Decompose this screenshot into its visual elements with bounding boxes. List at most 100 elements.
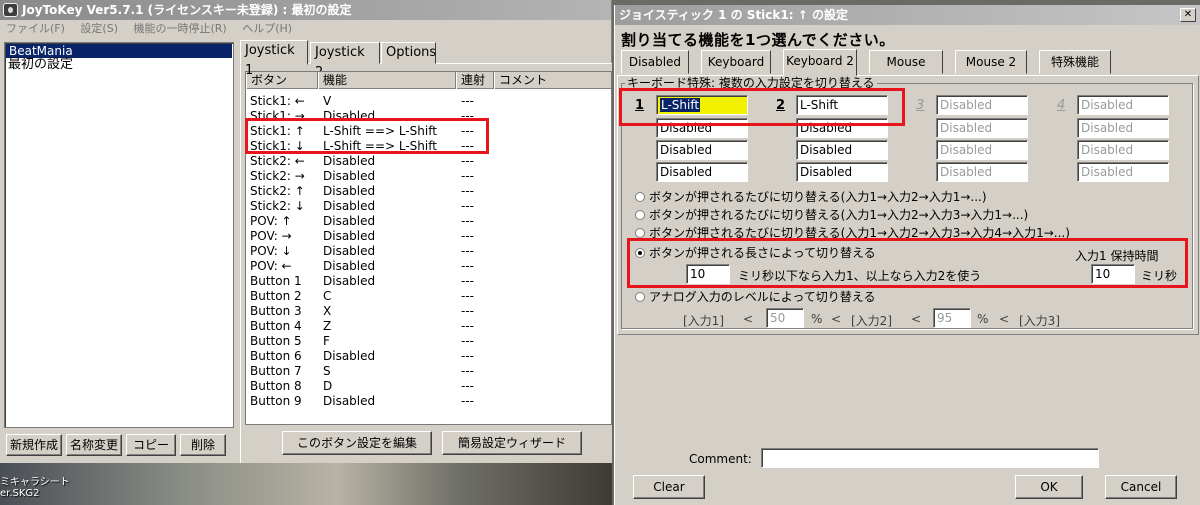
tab-keyboard-2[interactable]: Keyboard 2	[783, 49, 857, 76]
cell-function: C	[323, 289, 332, 303]
close-icon[interactable]: ✕	[1180, 8, 1196, 22]
menu-file[interactable]: ファイル(F)	[0, 20, 71, 38]
table-row[interactable]: Button 3 X ---	[246, 304, 611, 319]
radio-analog-level[interactable]: アナログ入力のレベルによって切り替える	[635, 289, 876, 305]
cell-function: Disabled	[323, 274, 376, 288]
setup-wizard-button[interactable]: 簡易設定ウィザード	[442, 431, 582, 455]
table-row[interactable]: Stick2: ← Disabled ---	[246, 154, 611, 169]
profile-list[interactable]: BeatMania 最初の設定	[4, 42, 234, 428]
analog-input2-label: [入力2]	[851, 314, 892, 328]
table-row[interactable]: Button 4 Z ---	[246, 319, 611, 334]
slot-1-input-2[interactable]: Disabled	[656, 118, 748, 138]
press-ms-input[interactable]: 10	[686, 264, 730, 284]
analog-input1-label: [入力1]	[683, 314, 724, 328]
cell-button: Stick2: ↓	[250, 199, 305, 213]
radio-toggle-2[interactable]: ボタンが押されるたびに切り替える(入力1→入力2→入力1→...)	[635, 189, 987, 205]
table-row[interactable]: Button 1 Disabled ---	[246, 274, 611, 289]
slot-1-input-1-text: L-Shift	[660, 98, 701, 112]
radio-circle[interactable]	[635, 192, 645, 202]
radio-circle[interactable]	[635, 210, 645, 220]
radio-analog-level-label: アナログ入力のレベルによって切り替える	[649, 290, 876, 304]
menu-pause[interactable]: 機能の一時停止(R)	[128, 20, 233, 38]
slot-3-input-1[interactable]: Disabled	[936, 95, 1028, 115]
table-row[interactable]: Stick2: → Disabled ---	[246, 169, 611, 184]
col-header-comment[interactable]: コメント	[494, 72, 611, 89]
slot-4-input-1[interactable]: Disabled	[1077, 95, 1169, 115]
cell-function: Disabled	[323, 109, 376, 123]
tab-joystick-2[interactable]: Joystick 2	[310, 42, 380, 80]
table-row[interactable]: POV: ← Disabled ---	[246, 259, 611, 274]
tab-mouse[interactable]: Mouse	[869, 50, 943, 74]
slot-3-input-2[interactable]: Disabled	[936, 118, 1028, 138]
comment-input[interactable]	[761, 448, 1099, 468]
col-header-function[interactable]: 機能	[318, 72, 456, 89]
slot-2-input-4[interactable]: Disabled	[796, 162, 888, 182]
cell-button: Button 1	[250, 274, 302, 288]
table-row[interactable]: POV: ↓ Disabled ---	[246, 244, 611, 259]
table-row[interactable]: Button 9 Disabled ---	[246, 394, 611, 409]
slot-4-input-4[interactable]: Disabled	[1077, 162, 1169, 182]
radio-toggle-3[interactable]: ボタンが押されるたびに切り替える(入力1→入力2→入力3→入力1→...)	[635, 207, 1028, 223]
tab-disabled[interactable]: Disabled	[621, 50, 689, 74]
slot-3-input-3[interactable]: Disabled	[936, 140, 1028, 160]
copy-profile-button[interactable]: コピー	[126, 434, 176, 456]
table-row[interactable]: Stick2: ↑ Disabled ---	[246, 184, 611, 199]
radio-circle[interactable]	[635, 292, 645, 302]
slot-1-input-1[interactable]: L-Shift	[656, 95, 748, 115]
slot-4-input-3[interactable]: Disabled	[1077, 140, 1169, 160]
tab-options[interactable]: Options	[381, 42, 436, 64]
menu-settings[interactable]: 設定(S)	[74, 20, 124, 38]
table-row[interactable]: Stick1: ← V ---	[246, 94, 611, 109]
col-header-button[interactable]: ボタン	[246, 72, 318, 89]
desktop-icon-label[interactable]: ミキャラシート er.SKG2	[0, 477, 70, 499]
tab-keyboard[interactable]: Keyboard	[701, 50, 771, 74]
new-profile-button[interactable]: 新規作成	[6, 434, 62, 456]
slot-2-input-3[interactable]: Disabled	[796, 140, 888, 160]
slot-4-input-2[interactable]: Disabled	[1077, 118, 1169, 138]
edit-button-settings-button[interactable]: このボタン設定を編集	[282, 431, 432, 455]
table-row[interactable]: Button 6 Disabled ---	[246, 349, 611, 364]
profile-item-beatmania[interactable]: BeatMania	[6, 44, 232, 58]
slot-2-input-1[interactable]: L-Shift	[796, 95, 888, 115]
table-row[interactable]: Stick1: ↑ L-Shift ==> L-Shift ---	[246, 124, 611, 139]
table-row[interactable]: Button 8 D ---	[246, 379, 611, 394]
rename-profile-button[interactable]: 名称変更	[66, 434, 122, 456]
radio-press-duration[interactable]: ボタンが押される長さによって切り替える	[635, 245, 876, 261]
radio-circle[interactable]	[635, 228, 645, 238]
radio-circle-selected[interactable]	[635, 248, 645, 258]
table-row[interactable]: Stick1: → Disabled ---	[246, 109, 611, 124]
tab-special-functions[interactable]: 特殊機能	[1039, 50, 1111, 74]
cell-button: Button 5	[250, 334, 302, 348]
slot-3-input-4[interactable]: Disabled	[936, 162, 1028, 182]
cancel-button[interactable]: Cancel	[1105, 475, 1177, 499]
profile-item-default[interactable]: 最初の設定	[5, 58, 233, 72]
table-row[interactable]: Stick2: ↓ Disabled ---	[246, 199, 611, 214]
radio-toggle-4[interactable]: ボタンが押されるたびに切り替える(入力1→入力2→入力3→入力4→入力1→...…	[635, 225, 1070, 241]
table-row[interactable]: Button 2 C ---	[246, 289, 611, 304]
tab-mouse-2[interactable]: Mouse 2	[955, 50, 1027, 74]
clear-button[interactable]: Clear	[633, 475, 705, 499]
button-assignment-table[interactable]: ボタン 機能 連射 コメント Stick1: ← V --- Stick1: → Dis…	[245, 71, 612, 425]
comment-label: Comment:	[689, 452, 752, 466]
hold-ms-input[interactable]: 10	[1091, 264, 1135, 284]
slot-1-input-4[interactable]: Disabled	[656, 162, 748, 182]
col-header-rapid[interactable]: 連射	[456, 72, 494, 89]
menu-help[interactable]: ヘルプ(H)	[236, 20, 298, 38]
cell-function: Disabled	[323, 259, 376, 273]
table-row[interactable]: Button 7 S ---	[246, 364, 611, 379]
analog-threshold-2-input[interactable]: 95	[933, 308, 971, 328]
delete-profile-button[interactable]: 削除	[180, 434, 226, 456]
ok-button[interactable]: OK	[1015, 475, 1083, 499]
table-row[interactable]: Button 5 F ---	[246, 334, 611, 349]
hold-ms-unit: ミリ秒	[1141, 269, 1178, 283]
cell-function: Disabled	[323, 349, 376, 363]
slot-2-input-2[interactable]: Disabled	[796, 118, 888, 138]
slot-1-input-3[interactable]: Disabled	[656, 140, 748, 160]
slot-number-1: 1	[635, 98, 645, 113]
table-row[interactable]: Stick1: ↓ L-Shift ==> L-Shift ---	[246, 139, 611, 154]
table-row[interactable]: POV: ↑ Disabled ---	[246, 214, 611, 229]
table-row[interactable]: POV: → Disabled ---	[246, 229, 611, 244]
cell-function: Z	[323, 319, 332, 333]
analog-threshold-1-input[interactable]: 50	[766, 308, 804, 328]
tab-joystick-1[interactable]: Joystick 1	[240, 40, 308, 78]
